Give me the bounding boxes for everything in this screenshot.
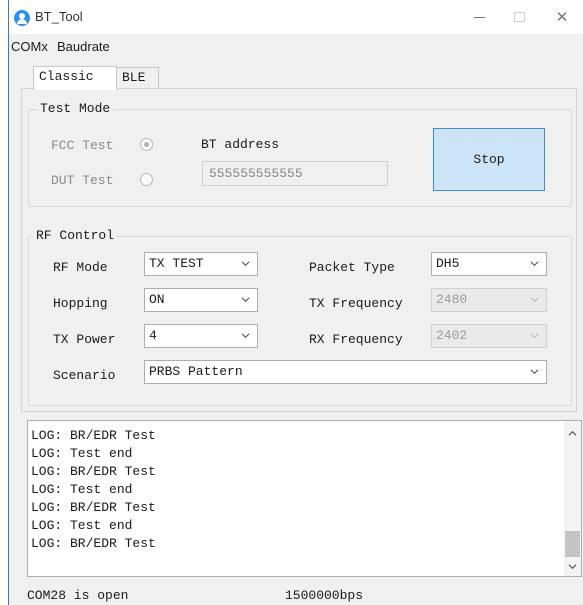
tx-power-select[interactable]: 4 [144, 324, 258, 348]
app-window: BT_Tool ✕ COMx Baudrate Classic BLE Test… [8, 0, 583, 605]
status-port: COM28 is open [27, 588, 129, 603]
rx-frequency-select[interactable]: 2402 [431, 324, 547, 348]
tx-power-label: TX Power [53, 332, 116, 347]
dut-test-label: DUT Test [51, 173, 114, 188]
rx-frequency-label: RX Frequency [309, 332, 403, 347]
packet-type-select[interactable]: DH5 [431, 252, 547, 276]
maximize-button[interactable] [507, 6, 531, 28]
fcc-test-label: FCC Test [51, 138, 114, 153]
rf-control-group: RF Control RF Mode TX TEST Packet Type D… [28, 228, 572, 406]
test-mode-title: Test Mode [37, 101, 114, 116]
log-line: LOG: BR/EDR Test [31, 428, 156, 443]
log-line: LOG: Test end [31, 446, 133, 461]
scenario-label: Scenario [53, 368, 116, 383]
rf-mode-value: TX TEST [149, 256, 204, 271]
log-lines: LOG: BR/EDR Test LOG: Test end LOG: BR/E… [31, 427, 156, 553]
chevron-down-icon [241, 333, 250, 339]
window-title: BT_Tool [35, 9, 83, 24]
tab-classic-label: Classic [39, 69, 94, 84]
hopping-label: Hopping [53, 296, 108, 311]
minimize-icon [473, 16, 485, 18]
scenario-select[interactable]: PRBS Pattern [144, 360, 547, 384]
bt-address-label: BT address [201, 137, 280, 152]
tx-power-value: 4 [149, 328, 157, 343]
stop-button[interactable]: Stop [433, 128, 545, 191]
app-user-icon [14, 10, 30, 26]
tab-ble-label: BLE [122, 70, 146, 85]
chevron-down-icon [530, 297, 539, 303]
packet-type-label: Packet Type [309, 260, 395, 275]
minimize-button[interactable] [467, 6, 491, 28]
tx-frequency-select[interactable]: 2480 [431, 288, 547, 312]
fcc-test-radio[interactable] [140, 138, 153, 151]
title-bar: BT_Tool ✕ [9, 0, 583, 34]
tab-classic[interactable]: Classic [33, 66, 117, 90]
close-button[interactable]: ✕ [550, 6, 574, 28]
stop-button-label: Stop [473, 152, 505, 167]
tx-frequency-value: 2480 [436, 292, 468, 307]
scrollbar-thumb[interactable] [565, 531, 580, 557]
chevron-down-icon [241, 261, 250, 267]
status-bar: COM28 is open 1500000bps [9, 588, 583, 605]
test-mode-group: Test Mode FCC Test DUT Test BT address 5… [28, 101, 572, 207]
rf-mode-select[interactable]: TX TEST [144, 252, 258, 276]
rx-frequency-value: 2402 [436, 328, 468, 343]
hopping-select[interactable]: ON [144, 288, 258, 312]
scroll-down-icon[interactable] [568, 562, 577, 571]
log-textarea[interactable]: LOG: BR/EDR Test LOG: Test end LOG: BR/E… [27, 420, 582, 577]
chevron-down-icon [530, 333, 539, 339]
scenario-value: PRBS Pattern [149, 364, 243, 379]
chevron-down-icon [241, 297, 250, 303]
menu-baudrate[interactable]: Baudrate [57, 39, 110, 54]
packet-type-value: DH5 [436, 256, 460, 271]
chevron-down-icon [530, 261, 539, 267]
log-scrollbar[interactable] [564, 421, 581, 576]
hopping-value: ON [149, 292, 165, 307]
bt-address-input[interactable]: 555555555555 [202, 161, 388, 186]
close-icon: ✕ [555, 8, 569, 26]
bt-address-value: 555555555555 [209, 166, 303, 181]
log-line: LOG: BR/EDR Test [31, 464, 156, 479]
tx-frequency-label: TX Frequency [309, 296, 403, 311]
rf-mode-label: RF Mode [53, 260, 108, 275]
classic-panel: Test Mode FCC Test DUT Test BT address 5… [21, 88, 577, 412]
tab-ble[interactable]: BLE [116, 67, 159, 89]
rf-control-title: RF Control [33, 228, 118, 243]
log-line: LOG: Test end [31, 518, 133, 533]
log-line: LOG: Test end [31, 482, 133, 497]
menu-bar: COMx Baudrate [9, 36, 583, 56]
maximize-icon [513, 12, 525, 22]
menu-comx[interactable]: COMx [11, 39, 48, 54]
dut-test-radio[interactable] [140, 173, 153, 186]
scroll-up-icon[interactable] [568, 429, 577, 438]
status-baudrate: 1500000bps [285, 588, 364, 603]
log-line: LOG: BR/EDR Test [31, 500, 156, 515]
log-line: LOG: BR/EDR Test [31, 536, 156, 551]
chevron-down-icon [530, 369, 539, 375]
